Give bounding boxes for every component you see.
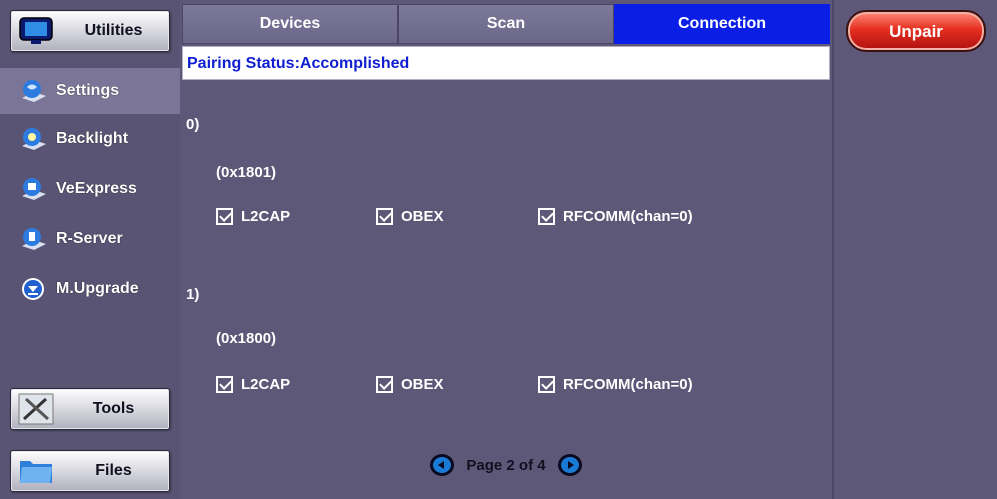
checkbox-checked-icon [538, 376, 555, 393]
menu-item-label: VeExpress [56, 180, 137, 197]
action-panel: Unpair [832, 0, 997, 499]
protocol-label: OBEX [401, 208, 444, 225]
tab-connection[interactable]: Connection [614, 4, 830, 44]
files-label: Files [95, 462, 132, 479]
menu-item-m-upgrade[interactable]: M.Upgrade [0, 264, 180, 314]
tab-bar: Devices Scan Connection [182, 4, 830, 44]
menu-item-label: Settings [56, 82, 120, 99]
tab-devices[interactable]: Devices [182, 4, 398, 44]
tools-label: Tools [92, 400, 135, 417]
page-indicator: Page 2 of 4 [466, 456, 546, 474]
tab-scan[interactable]: Scan [398, 4, 614, 44]
protocol-checkbox[interactable]: L2CAP [216, 208, 290, 225]
utilities-button[interactable]: Utilities [10, 10, 170, 52]
checkbox-checked-icon [538, 208, 555, 225]
protocol-label: L2CAP [241, 208, 291, 225]
menu-item-veexpress[interactable]: VeExpress [0, 164, 180, 214]
service-index: 0) [186, 116, 200, 133]
folder-icon [14, 453, 58, 489]
unpair-button[interactable]: Unpair [846, 10, 986, 52]
protocol-label: L2CAP [241, 376, 291, 393]
menu-item-backlight[interactable]: Backlight [0, 114, 180, 164]
backlight-icon [20, 126, 48, 152]
menu-item-settings[interactable]: Settings [0, 68, 180, 114]
utilities-label: Utilities [84, 22, 143, 39]
protocol-checkbox[interactable]: OBEX [376, 208, 444, 225]
checkbox-checked-icon [216, 376, 233, 393]
previous-page-icon[interactable] [430, 454, 455, 476]
menu-item-r-server[interactable]: R-Server [0, 214, 180, 264]
tools-button[interactable]: Tools [10, 388, 170, 430]
utilities-menu: Settings Backlight VeExpress R-Server M.… [0, 68, 180, 314]
protocol-label: RFCOMM(chan=0) [563, 208, 693, 225]
protocol-checkbox[interactable]: RFCOMM(chan=0) [538, 376, 693, 393]
protocol-label: RFCOMM(chan=0) [563, 376, 693, 393]
tools-icon [14, 391, 58, 427]
menu-item-label: R-Server [56, 230, 123, 247]
protocol-label: OBEX [401, 376, 444, 393]
protocol-checkbox[interactable]: OBEX [376, 376, 444, 393]
checkbox-checked-icon [376, 376, 393, 393]
checkbox-checked-icon [216, 208, 233, 225]
files-button[interactable]: Files [10, 450, 170, 492]
protocol-checkbox[interactable]: L2CAP [216, 376, 290, 393]
upgrade-icon [20, 276, 48, 302]
monitor-icon [14, 13, 58, 49]
pairing-status: Pairing Status:Accomplished [182, 46, 830, 80]
settings-icon [20, 78, 48, 104]
menu-item-label: Backlight [56, 130, 129, 147]
r-server-icon [20, 226, 48, 252]
service-index: 1) [186, 286, 200, 303]
protocol-checkbox[interactable]: RFCOMM(chan=0) [538, 208, 693, 225]
menu-item-label: M.Upgrade [56, 280, 139, 297]
veexpress-icon [20, 176, 48, 202]
sidebar: Utilities Settings Backlight VeExpress R… [0, 0, 180, 499]
pager: Page 2 of 4 [182, 450, 830, 480]
checkbox-checked-icon [376, 208, 393, 225]
service-uuid: (0x1801) [216, 164, 277, 181]
service-uuid: (0x1800) [216, 330, 277, 347]
service-list: 0) (0x1801) L2CAP OBEX RFCOMM(chan=0) 1)… [182, 82, 830, 499]
next-page-icon[interactable] [557, 454, 582, 476]
